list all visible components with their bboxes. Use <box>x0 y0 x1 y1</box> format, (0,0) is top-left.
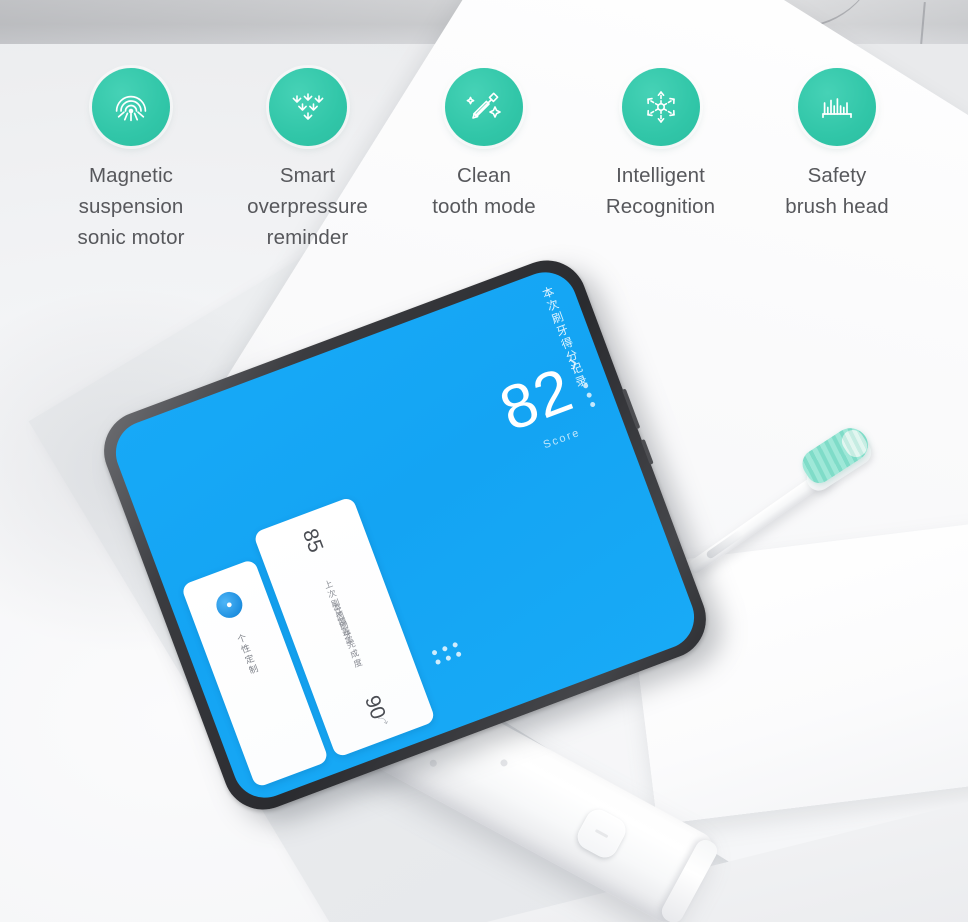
feature-safety-brush-head[interactable]: Safety brush head <box>762 52 912 253</box>
completion-caption: 本周刷牙完成度 <box>330 600 365 671</box>
coverage-value: 85 <box>297 525 328 556</box>
feature-label-line: Magnetic <box>89 164 173 187</box>
feature-label: Magnetic suspension sonic motor <box>56 160 206 253</box>
power-button-groove <box>594 828 609 839</box>
feature-label-line: Clean <box>456 164 512 187</box>
feature-strip: Magnetic suspension sonic motor Smart ov… <box>0 52 968 253</box>
feature-label-line: brush head <box>785 195 889 219</box>
feature-label-line: Intelligent <box>616 164 705 187</box>
feature-label-line: Smart <box>279 164 336 187</box>
feature-label-line: reminder <box>266 226 349 250</box>
feature-clean-tooth-mode[interactable]: Clean tooth mode <box>409 52 559 253</box>
feature-label-line: sonic motor <box>77 226 185 250</box>
radial-arrows-icon <box>621 68 700 146</box>
card-corner-arrow-icon[interactable]: ⤵ <box>377 713 390 728</box>
feature-label-line: Recognition <box>605 195 716 219</box>
feature-label: Intelligent Recognition <box>586 160 736 222</box>
feature-smart-overpressure-reminder[interactable]: Smart overpressure reminder <box>233 52 383 253</box>
feature-label: Smart overpressure reminder <box>233 160 383 253</box>
sonic-wave-icon <box>92 68 170 146</box>
banner-root: Magnetic suspension sonic motor Smart ov… <box>0 0 968 922</box>
feature-label-line: tooth mode <box>432 195 536 219</box>
feature-label-line: Safety <box>807 164 867 187</box>
custom-mode-caption: 个性定制 <box>235 632 260 678</box>
feature-magnetic-suspension-sonic-motor[interactable]: Magnetic suspension sonic motor <box>56 52 206 253</box>
screen-decorative-dots <box>431 641 462 666</box>
toothbrush-sparkle-icon <box>445 68 523 146</box>
screen-status-dots <box>582 382 596 408</box>
feature-label-line: overpressure <box>247 195 368 219</box>
feature-label-line: suspension <box>78 195 184 219</box>
bristle-cluster-icon <box>268 68 347 146</box>
feature-intelligent-recognition[interactable]: Intelligent Recognition <box>586 52 736 253</box>
bristle-comb-icon <box>798 68 876 146</box>
custom-mode-icon: ● <box>212 588 247 622</box>
feature-label: Safety brush head <box>762 160 912 222</box>
feature-label: Clean tooth mode <box>409 160 559 222</box>
